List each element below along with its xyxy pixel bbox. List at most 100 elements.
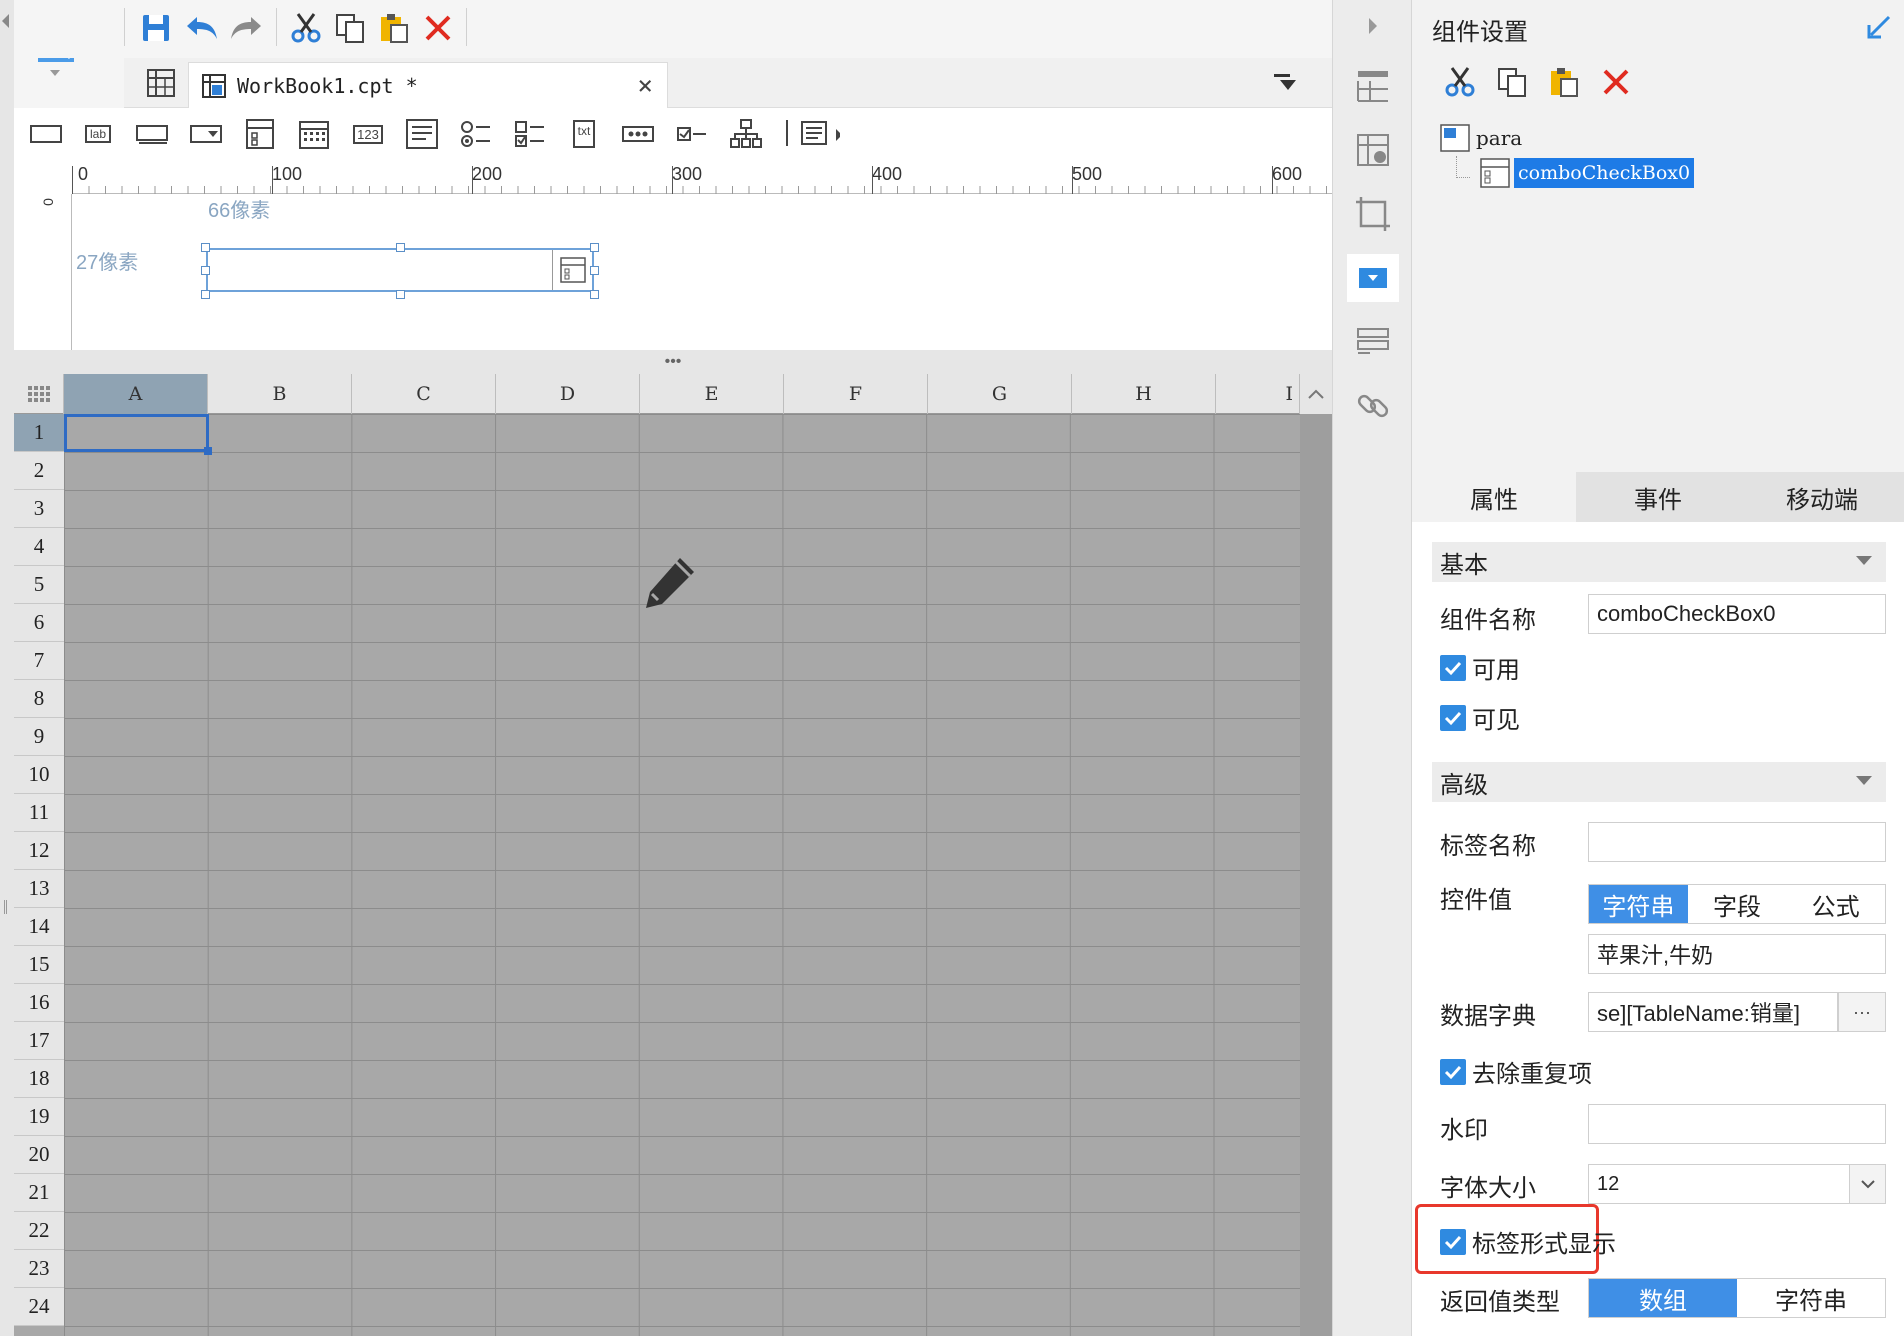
row-header-cell[interactable]: 11 [14,794,64,832]
panel-cut-button[interactable] [1438,60,1482,104]
number-icon[interactable]: 123 [348,116,388,152]
resize-handle[interactable] [201,266,210,275]
resize-handle[interactable] [590,243,599,252]
combocheckbox-widget[interactable] [206,248,594,292]
tab-events[interactable]: 事件 [1576,472,1740,522]
scroll-up-button[interactable] [1300,374,1332,414]
date-icon[interactable] [294,116,334,152]
data-dict-field[interactable]: se][TableName:销量] [1588,992,1838,1032]
select-all-corner[interactable] [14,374,64,414]
redo-button[interactable] [224,6,268,50]
tree-icon[interactable] [726,116,766,152]
panel-paste-button[interactable] [1542,60,1586,104]
combocheckbox-icon[interactable] [240,116,280,152]
section-basic[interactable]: 基本 [1432,542,1886,582]
column-header-B[interactable]: B [208,374,352,414]
panel-delete-button[interactable] [1594,60,1638,104]
combo-dropdown-button[interactable] [552,250,592,290]
row-header-cell[interactable]: 23 [14,1250,64,1288]
row-header-cell[interactable]: 10 [14,756,64,794]
textfield-icon[interactable] [26,116,66,152]
tab-menu-icon[interactable] [1272,70,1298,96]
panel-collapse-button[interactable] [1862,10,1896,44]
cell-grid[interactable] [64,414,1300,1336]
tab-properties[interactable]: 属性 [1412,472,1576,522]
row-header-cell[interactable]: 21 [14,1174,64,1212]
component-name-field[interactable]: comboCheckBox0 [1588,594,1886,634]
row-header-cell[interactable]: 20 [14,1136,64,1174]
undo-button[interactable] [180,6,224,50]
row-header-cell[interactable]: 19 [14,1098,64,1136]
column-header-H[interactable]: H [1072,374,1216,414]
row-header-cell[interactable]: 18 [14,1060,64,1098]
row-header-cell[interactable]: 16 [14,984,64,1022]
tab-workbook1[interactable]: WorkBook1.cpt * × [188,62,668,108]
row-header-cell[interactable]: 13 [14,870,64,908]
form-canvas[interactable]: 66像素 27像素 [72,194,1332,350]
button-widget-icon[interactable] [132,116,172,152]
chevron-down-icon[interactable] [1849,1165,1885,1203]
sheet-grid-icon[interactable] [146,68,176,98]
data-dict-more-button[interactable]: ··· [1838,992,1886,1032]
resize-handle[interactable] [201,290,210,299]
text-icon[interactable]: txt [564,116,604,152]
watermark-field[interactable] [1588,1104,1886,1144]
expand-rail-button[interactable] [1347,2,1399,50]
return-type-array[interactable]: 数组 [1589,1279,1737,1317]
tree-node-combocheckbox0[interactable]: comboCheckBox0 [1480,158,1695,188]
rail-widget-library[interactable] [1347,62,1399,110]
left-collapse-strip[interactable] [0,0,14,1336]
row-header-cell[interactable]: 9 [14,718,64,756]
tag-display-checkbox[interactable]: 标签形式显示 [1440,1224,1616,1259]
cut-button[interactable] [284,6,328,50]
return-type-string[interactable]: 字符串 [1737,1279,1885,1317]
tab-mobile[interactable]: 移动端 [1740,472,1904,522]
row-header-cell[interactable]: 24 [14,1288,64,1326]
resize-handle[interactable] [396,243,405,252]
panel-copy-button[interactable] [1490,60,1534,104]
combobox-icon[interactable] [186,116,226,152]
logo-dropdown-icon[interactable] [50,70,60,76]
section-advanced[interactable]: 高级 [1432,762,1886,802]
resize-handle[interactable] [590,290,599,299]
tab-close-button[interactable]: × [637,71,653,101]
resize-handle[interactable] [201,243,210,252]
delete-button[interactable] [416,6,460,50]
password-icon[interactable] [618,116,658,152]
selected-cell[interactable] [64,414,212,455]
fill-handle[interactable] [204,447,212,455]
paste-button[interactable] [372,6,416,50]
rail-hyperlink[interactable] [1347,382,1399,430]
mode-string[interactable]: 字符串 [1589,885,1688,923]
column-header-I[interactable]: I [1216,374,1300,414]
row-header-cell[interactable]: 1 [14,414,64,452]
row-header-cell[interactable]: 17 [14,1022,64,1060]
copy-button[interactable] [328,6,372,50]
label-icon[interactable]: lab [78,116,118,152]
rail-form-structure[interactable] [1347,318,1399,366]
rail-widget-settings-active[interactable] [1347,254,1399,302]
collapse-left-icon[interactable] [2,14,9,28]
column-header-A[interactable]: A [64,374,208,414]
row-header-cell[interactable]: 6 [14,604,64,642]
column-header-F[interactable]: F [784,374,928,414]
control-value-field[interactable]: 苹果汁,牛奶 [1588,934,1886,974]
row-header-cell[interactable]: 3 [14,490,64,528]
column-header-D[interactable]: D [496,374,640,414]
resize-handle[interactable] [396,290,405,299]
save-button[interactable] [134,6,178,50]
visible-checkbox[interactable]: 可见 [1440,700,1520,735]
textarea-icon[interactable] [402,116,442,152]
column-header-C[interactable]: C [352,374,496,414]
row-header-cell[interactable]: 22 [14,1212,64,1250]
row-header-cell[interactable]: 5 [14,566,64,604]
pane-splitter[interactable]: ••• [14,350,1332,374]
row-header-cell[interactable]: 15 [14,946,64,984]
enabled-checkbox[interactable]: 可用 [1440,650,1520,685]
tree-node-para[interactable]: para [1440,124,1522,152]
column-header-E[interactable]: E [640,374,784,414]
resize-grip[interactable] [4,900,7,914]
spreadsheet[interactable]: A B C D E F G H I 1 2 3 4 5 6 7 8 9 10 11 12 13 14 15 1… [14,374,1332,1336]
radio-group-icon[interactable] [456,116,496,152]
vertical-scrollbar[interactable] [1300,374,1332,1336]
